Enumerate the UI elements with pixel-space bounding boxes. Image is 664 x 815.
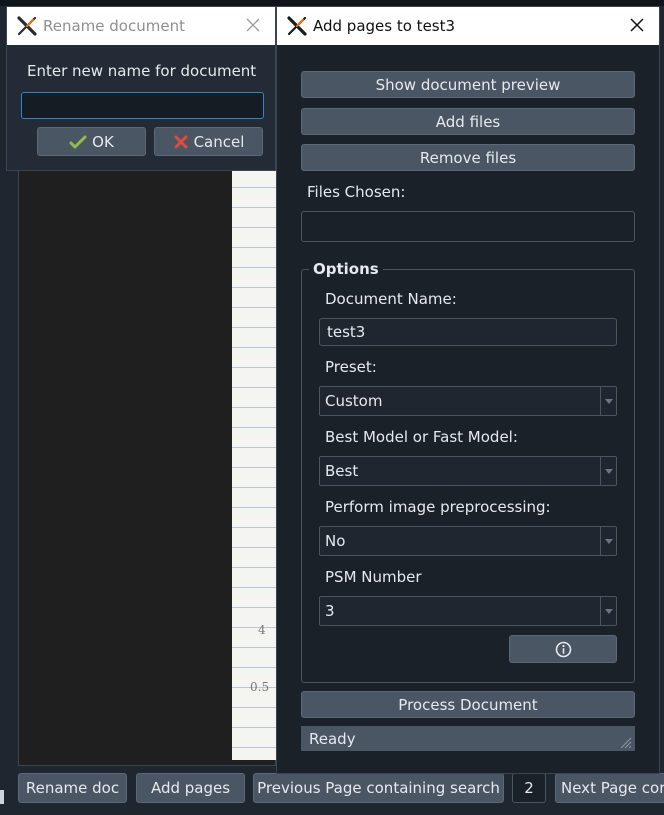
previous-search-page-button[interactable]: Previous Page containing search — [253, 773, 504, 803]
cancel-button[interactable]: Cancel — [154, 127, 263, 156]
document-page-image: 4 0.5 — [232, 168, 276, 760]
files-chosen-list[interactable] — [301, 211, 635, 242]
window-edge-mark — [0, 790, 4, 804]
model-select[interactable]: Best — [319, 456, 617, 486]
preprocessing-label: Perform image preprocessing: — [325, 498, 551, 516]
add-pages-dialog-title: Add pages to test3 — [313, 17, 456, 35]
rename-dialog-titlebar[interactable]: Rename document — [7, 7, 275, 45]
page-scribble: 0.5 — [250, 680, 270, 694]
process-document-button[interactable]: Process Document — [301, 691, 635, 718]
model-select-value: Best — [325, 462, 359, 480]
psm-number-select-value: 3 — [325, 602, 335, 620]
preset-select-value: Custom — [325, 392, 383, 410]
model-label: Best Model or Fast Model: — [325, 428, 518, 446]
close-icon[interactable] — [243, 15, 263, 35]
status-bar: Ready — [301, 726, 635, 751]
close-icon[interactable] — [627, 15, 647, 35]
chevron-down-icon[interactable] — [600, 527, 616, 555]
psm-number-label: PSM Number — [325, 568, 422, 586]
rename-dialog: Rename document Enter new name for docum… — [6, 6, 276, 171]
add-pages-dialog-titlebar[interactable]: Add pages to test3 — [277, 7, 659, 45]
ok-check-icon — [69, 135, 87, 148]
status-text: Ready — [309, 729, 356, 748]
page-scribble: 4 — [258, 623, 266, 637]
add-files-button[interactable]: Add files — [301, 108, 635, 135]
next-search-page-button[interactable]: Next Page cor — [555, 773, 664, 803]
add-pages-button[interactable]: Add pages — [136, 773, 245, 803]
app-x-icon — [17, 16, 37, 36]
psm-number-select[interactable]: 3 — [319, 596, 617, 626]
new-name-input[interactable] — [21, 92, 264, 119]
cancel-button-label: Cancel — [193, 132, 245, 151]
show-document-preview-button[interactable]: Show document preview — [301, 71, 635, 98]
resize-grip-icon[interactable] — [618, 735, 632, 749]
document-name-field[interactable]: test3 — [319, 318, 617, 346]
preset-label: Preset: — [325, 358, 377, 376]
ok-button[interactable]: OK — [37, 127, 146, 156]
chevron-down-icon[interactable] — [600, 457, 616, 485]
remove-files-button[interactable]: Remove files — [301, 144, 635, 171]
rename-prompt-label: Enter new name for document — [27, 62, 257, 80]
files-chosen-label: Files Chosen: — [307, 183, 406, 201]
info-icon — [555, 641, 571, 657]
add-pages-dialog: Add pages to test3 Show document preview… — [276, 6, 660, 774]
rename-dialog-title: Rename document — [43, 17, 185, 35]
document-name-label: Document Name: — [325, 290, 457, 308]
preprocessing-select[interactable]: No — [319, 526, 617, 556]
preset-select[interactable]: Custom — [319, 386, 617, 416]
chevron-down-icon[interactable] — [600, 597, 616, 625]
page-number-input[interactable]: 2 — [512, 773, 546, 803]
psm-info-button[interactable] — [509, 635, 617, 663]
app-x-icon — [287, 16, 307, 36]
preprocessing-select-value: No — [325, 532, 346, 550]
chevron-down-icon[interactable] — [600, 387, 616, 415]
rename-doc-button[interactable]: Rename doc — [18, 773, 127, 803]
options-group-title: Options — [309, 260, 383, 278]
cancel-x-icon — [174, 135, 188, 148]
ok-button-label: OK — [92, 132, 114, 151]
